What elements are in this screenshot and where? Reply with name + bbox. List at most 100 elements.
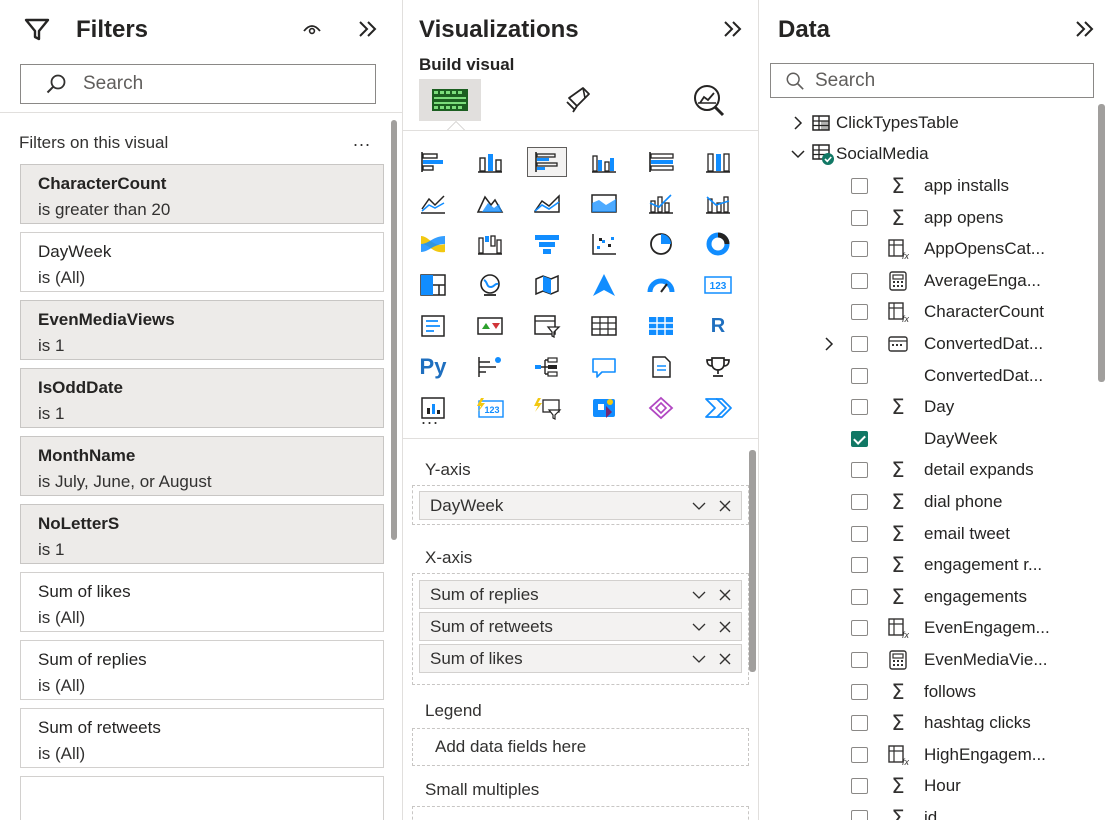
- field-checkbox[interactable]: [851, 588, 868, 605]
- stacked-bar-chart-icon[interactable]: [413, 147, 453, 177]
- field-checkbox[interactable]: [851, 399, 868, 416]
- waterfall-chart-icon[interactable]: [470, 229, 510, 259]
- table-row-clicktypes[interactable]: ClickTypesTable: [759, 108, 1099, 138]
- small-multiples-well[interactable]: [412, 806, 749, 820]
- 100-stacked-area-chart-icon[interactable]: [584, 188, 624, 218]
- card-icon[interactable]: 123: [698, 270, 738, 300]
- smart-narrative-icon[interactable]: [641, 352, 681, 382]
- filter-card[interactable]: NoLetterS is 1: [20, 504, 384, 564]
- field-row[interactable]: Σ Hour: [759, 771, 1099, 801]
- build-visual-tab[interactable]: [419, 79, 481, 121]
- field-checkbox[interactable]: [851, 304, 868, 321]
- map-icon[interactable]: [470, 270, 510, 300]
- x-axis-field-pill[interactable]: Sum of retweets: [419, 612, 742, 641]
- field-checkbox[interactable]: [851, 620, 868, 637]
- eye-icon[interactable]: [298, 14, 326, 44]
- chevron-down-icon[interactable]: [790, 146, 806, 162]
- power-automate-icon[interactable]: [698, 393, 738, 423]
- field-row[interactable]: fx HighEngagem...: [759, 740, 1099, 770]
- table-icon[interactable]: [584, 311, 624, 341]
- 100-stacked-column-chart-icon[interactable]: [698, 147, 738, 177]
- funnel-chart-icon[interactable]: [527, 229, 567, 259]
- remove-field-icon[interactable]: [715, 649, 735, 669]
- area-chart-icon[interactable]: [470, 188, 510, 218]
- field-row[interactable]: Σfollows: [759, 677, 1099, 707]
- stacked-area-chart-icon[interactable]: [527, 188, 567, 218]
- power-apps-slicer-icon[interactable]: [527, 393, 567, 423]
- field-checkbox[interactable]: [851, 336, 868, 352]
- field-row[interactable]: Σid: [759, 803, 1099, 820]
- chevron-down-icon[interactable]: [689, 585, 709, 605]
- pie-chart-icon[interactable]: [641, 229, 681, 259]
- field-checkbox[interactable]: [851, 272, 868, 289]
- collapse-chevrons-icon[interactable]: [1071, 14, 1099, 44]
- slicer-icon[interactable]: [527, 311, 567, 341]
- filter-card[interactable]: CharacterCount is greater than 20: [20, 164, 384, 224]
- filters-more-options[interactable]: ...: [353, 130, 371, 151]
- filter-card[interactable]: EvenMediaViews is 1: [20, 300, 384, 360]
- legend-well[interactable]: Add data fields here: [412, 728, 749, 766]
- filters-search-box[interactable]: [20, 64, 376, 104]
- metrics-trophy-icon[interactable]: [698, 352, 738, 382]
- filter-card[interactable]: Sum of likes is (All): [20, 572, 384, 632]
- power-apps-card-icon[interactable]: 123: [470, 393, 510, 423]
- field-checkbox[interactable]: [851, 683, 868, 700]
- filled-map-icon[interactable]: [527, 270, 567, 300]
- gauge-icon[interactable]: [641, 270, 681, 300]
- field-checkbox[interactable]: [851, 525, 868, 542]
- power-apps-icon[interactable]: [584, 393, 624, 423]
- chevron-right-icon[interactable]: [821, 336, 837, 352]
- field-row[interactable]: Σapp opens: [759, 203, 1099, 233]
- field-row[interactable]: Σdial phone: [759, 487, 1099, 517]
- table-row-socialmedia[interactable]: SocialMedia: [759, 139, 1099, 169]
- field-row[interactable]: Σengagements: [759, 582, 1099, 612]
- treemap-icon[interactable]: [413, 270, 453, 300]
- field-row[interactable]: Σapp installs: [759, 171, 1099, 201]
- donut-chart-icon[interactable]: [698, 229, 738, 259]
- wells-scrollbar[interactable]: [749, 450, 756, 672]
- r-script-visual-icon[interactable]: R: [698, 311, 738, 341]
- field-row[interactable]: fx EvenEngagem...: [759, 613, 1099, 643]
- field-checkbox[interactable]: [851, 715, 868, 732]
- line-and-clustered-column-chart-icon[interactable]: [698, 188, 738, 218]
- x-axis-field-pill[interactable]: Sum of replies: [419, 580, 742, 609]
- field-checkbox[interactable]: [851, 241, 868, 258]
- field-row[interactable]: AverageEnga...: [759, 266, 1099, 296]
- field-row[interactable]: Σdetail expands: [759, 455, 1099, 485]
- field-checkbox[interactable]: [851, 557, 868, 574]
- field-checkbox[interactable]: [851, 430, 868, 447]
- field-checkbox[interactable]: [851, 462, 868, 479]
- collapse-chevrons-icon[interactable]: [354, 14, 382, 44]
- field-checkbox[interactable]: [851, 746, 868, 763]
- collapse-chevrons-icon[interactable]: [719, 14, 747, 44]
- chevron-down-icon[interactable]: [689, 649, 709, 669]
- matrix-icon[interactable]: [641, 311, 681, 341]
- remove-field-icon[interactable]: [715, 496, 735, 516]
- more-visuals-button[interactable]: ...: [421, 408, 439, 429]
- field-checkbox[interactable]: [851, 367, 868, 384]
- data-scrollbar[interactable]: [1098, 104, 1105, 382]
- data-search-input[interactable]: [815, 69, 1045, 92]
- filter-card[interactable]: Sum of replies is (All): [20, 640, 384, 700]
- y-axis-field-pill[interactable]: DayWeek: [419, 491, 742, 520]
- filter-card[interactable]: DayWeek is (All): [20, 232, 384, 292]
- ribbon-chart-icon[interactable]: [413, 229, 453, 259]
- filters-search-input[interactable]: [83, 73, 313, 95]
- field-row[interactable]: Σemail tweet: [759, 519, 1099, 549]
- chevron-down-icon[interactable]: [689, 496, 709, 516]
- field-row[interactable]: Σhashtag clicks: [759, 708, 1099, 738]
- remove-field-icon[interactable]: [715, 617, 735, 637]
- field-row[interactable]: Σengagement r...: [759, 550, 1099, 580]
- line-and-stacked-column-chart-icon[interactable]: [641, 188, 681, 218]
- field-row[interactable]: DayWeek: [759, 424, 1099, 454]
- python-visual-icon[interactable]: Py: [413, 352, 453, 382]
- multi-row-card-icon[interactable]: [413, 311, 453, 341]
- field-row[interactable]: EvenMediaVie...: [759, 645, 1099, 675]
- data-search-box[interactable]: [770, 63, 1094, 98]
- analytics-tab[interactable]: [679, 79, 741, 121]
- field-checkbox[interactable]: [851, 178, 868, 194]
- 100-stacked-bar-chart-icon[interactable]: [641, 147, 681, 177]
- filter-card[interactable]: [20, 776, 384, 820]
- filter-card[interactable]: Sum of retweets is (All): [20, 708, 384, 768]
- field-row[interactable]: fx CharacterCount: [759, 297, 1099, 327]
